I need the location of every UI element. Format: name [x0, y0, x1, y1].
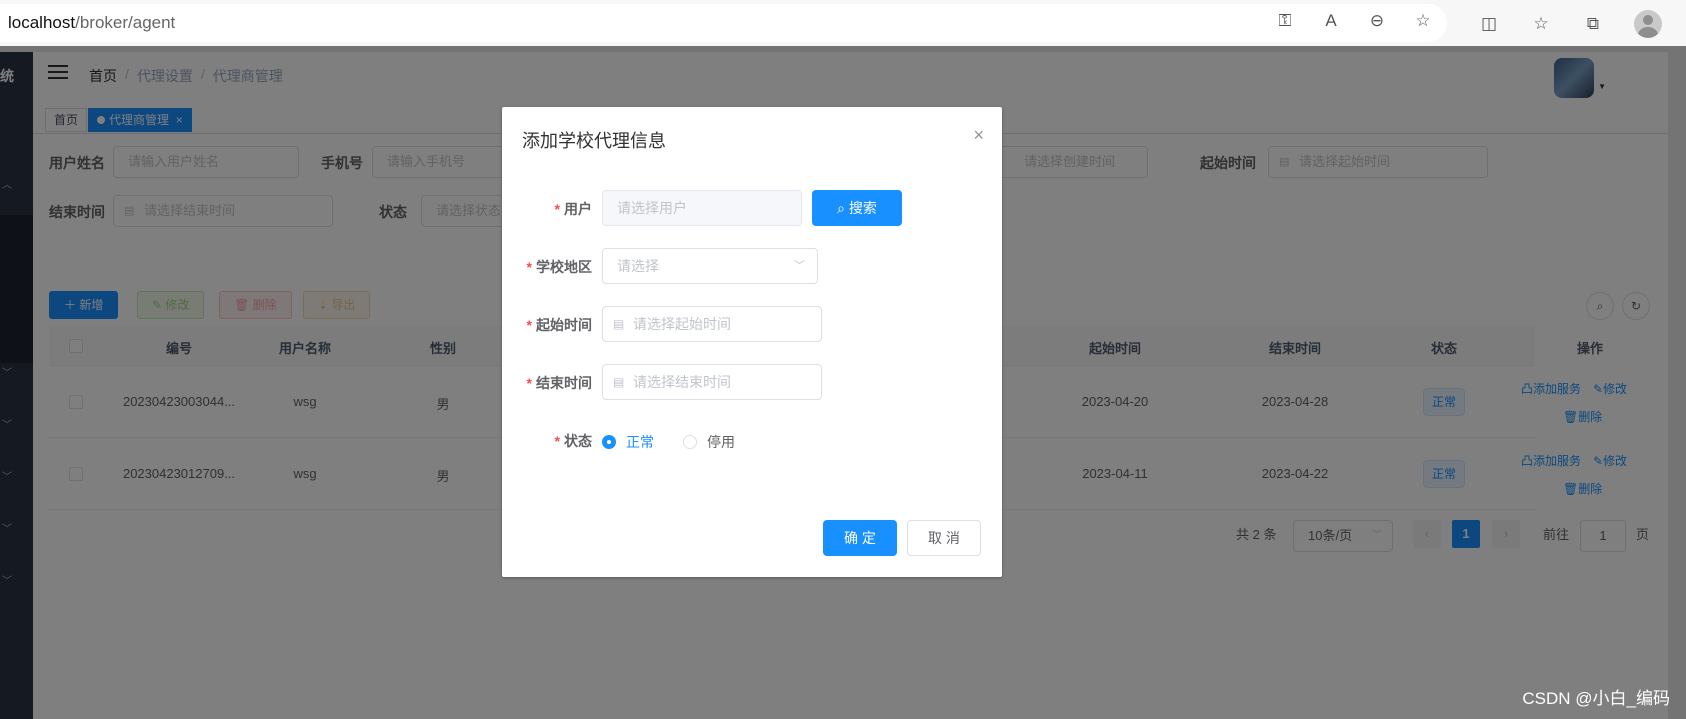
address-bar[interactable]: localhost/broker/agent — [0, 4, 1447, 42]
start-time-picker[interactable]: ▤ 请选择起始时间 — [602, 306, 822, 342]
add-agent-dialog: 添加学校代理信息 × * 用户 请选择用户 ⌕ 搜索 * 学校地区 请选择 ﹀ * 起始… — [502, 107, 1002, 577]
read-aloud-icon[interactable]: A — [1320, 10, 1342, 32]
add-favorite-icon[interactable]: ☆ — [1412, 10, 1434, 32]
status-radio-disabled[interactable]: 停用 — [683, 432, 735, 452]
dialog-title: 添加学校代理信息 — [522, 131, 666, 151]
watermark: CSDN @小白_编码 — [1522, 689, 1670, 708]
profile-avatar-icon[interactable] — [1634, 10, 1662, 38]
calendar-icon: ▤ — [613, 317, 625, 331]
browser-toolbar: localhost/broker/agent ⚿ A ⊖ ☆ ◫ ☆ ⧉ — [0, 0, 1686, 46]
user-label: * 用户 — [554, 201, 592, 217]
url-path: /broker/agent — [75, 13, 176, 32]
search-icon: ⌕ — [837, 200, 845, 216]
split-screen-icon[interactable]: ◫ — [1478, 13, 1500, 35]
cancel-button[interactable]: 取 消 — [907, 520, 981, 556]
calendar-icon: ▤ — [613, 375, 625, 389]
key-icon[interactable]: ⚿ — [1274, 10, 1296, 32]
status-label: * 状态 — [554, 433, 592, 449]
start-time-label: * 起始时间 — [526, 317, 592, 333]
chevron-down-icon: ﹀ — [794, 260, 805, 272]
region-select[interactable]: 请选择 ﹀ — [602, 248, 818, 284]
close-icon[interactable]: × — [973, 125, 984, 146]
user-input[interactable]: 请选择用户 — [602, 190, 802, 226]
end-time-picker[interactable]: ▤ 请选择结束时间 — [602, 364, 822, 400]
zoom-out-icon[interactable]: ⊖ — [1366, 10, 1388, 32]
end-time-label: * 结束时间 — [526, 375, 592, 391]
status-radio-normal[interactable]: 正常 — [602, 432, 654, 452]
search-button[interactable]: ⌕ 搜索 — [812, 190, 902, 226]
confirm-button[interactable]: 确 定 — [823, 520, 897, 556]
url-host: localhost — [8, 13, 76, 32]
collections-icon[interactable]: ⧉ — [1582, 13, 1604, 35]
region-label: * 学校地区 — [526, 259, 592, 275]
favorites-icon[interactable]: ☆ — [1530, 13, 1552, 35]
